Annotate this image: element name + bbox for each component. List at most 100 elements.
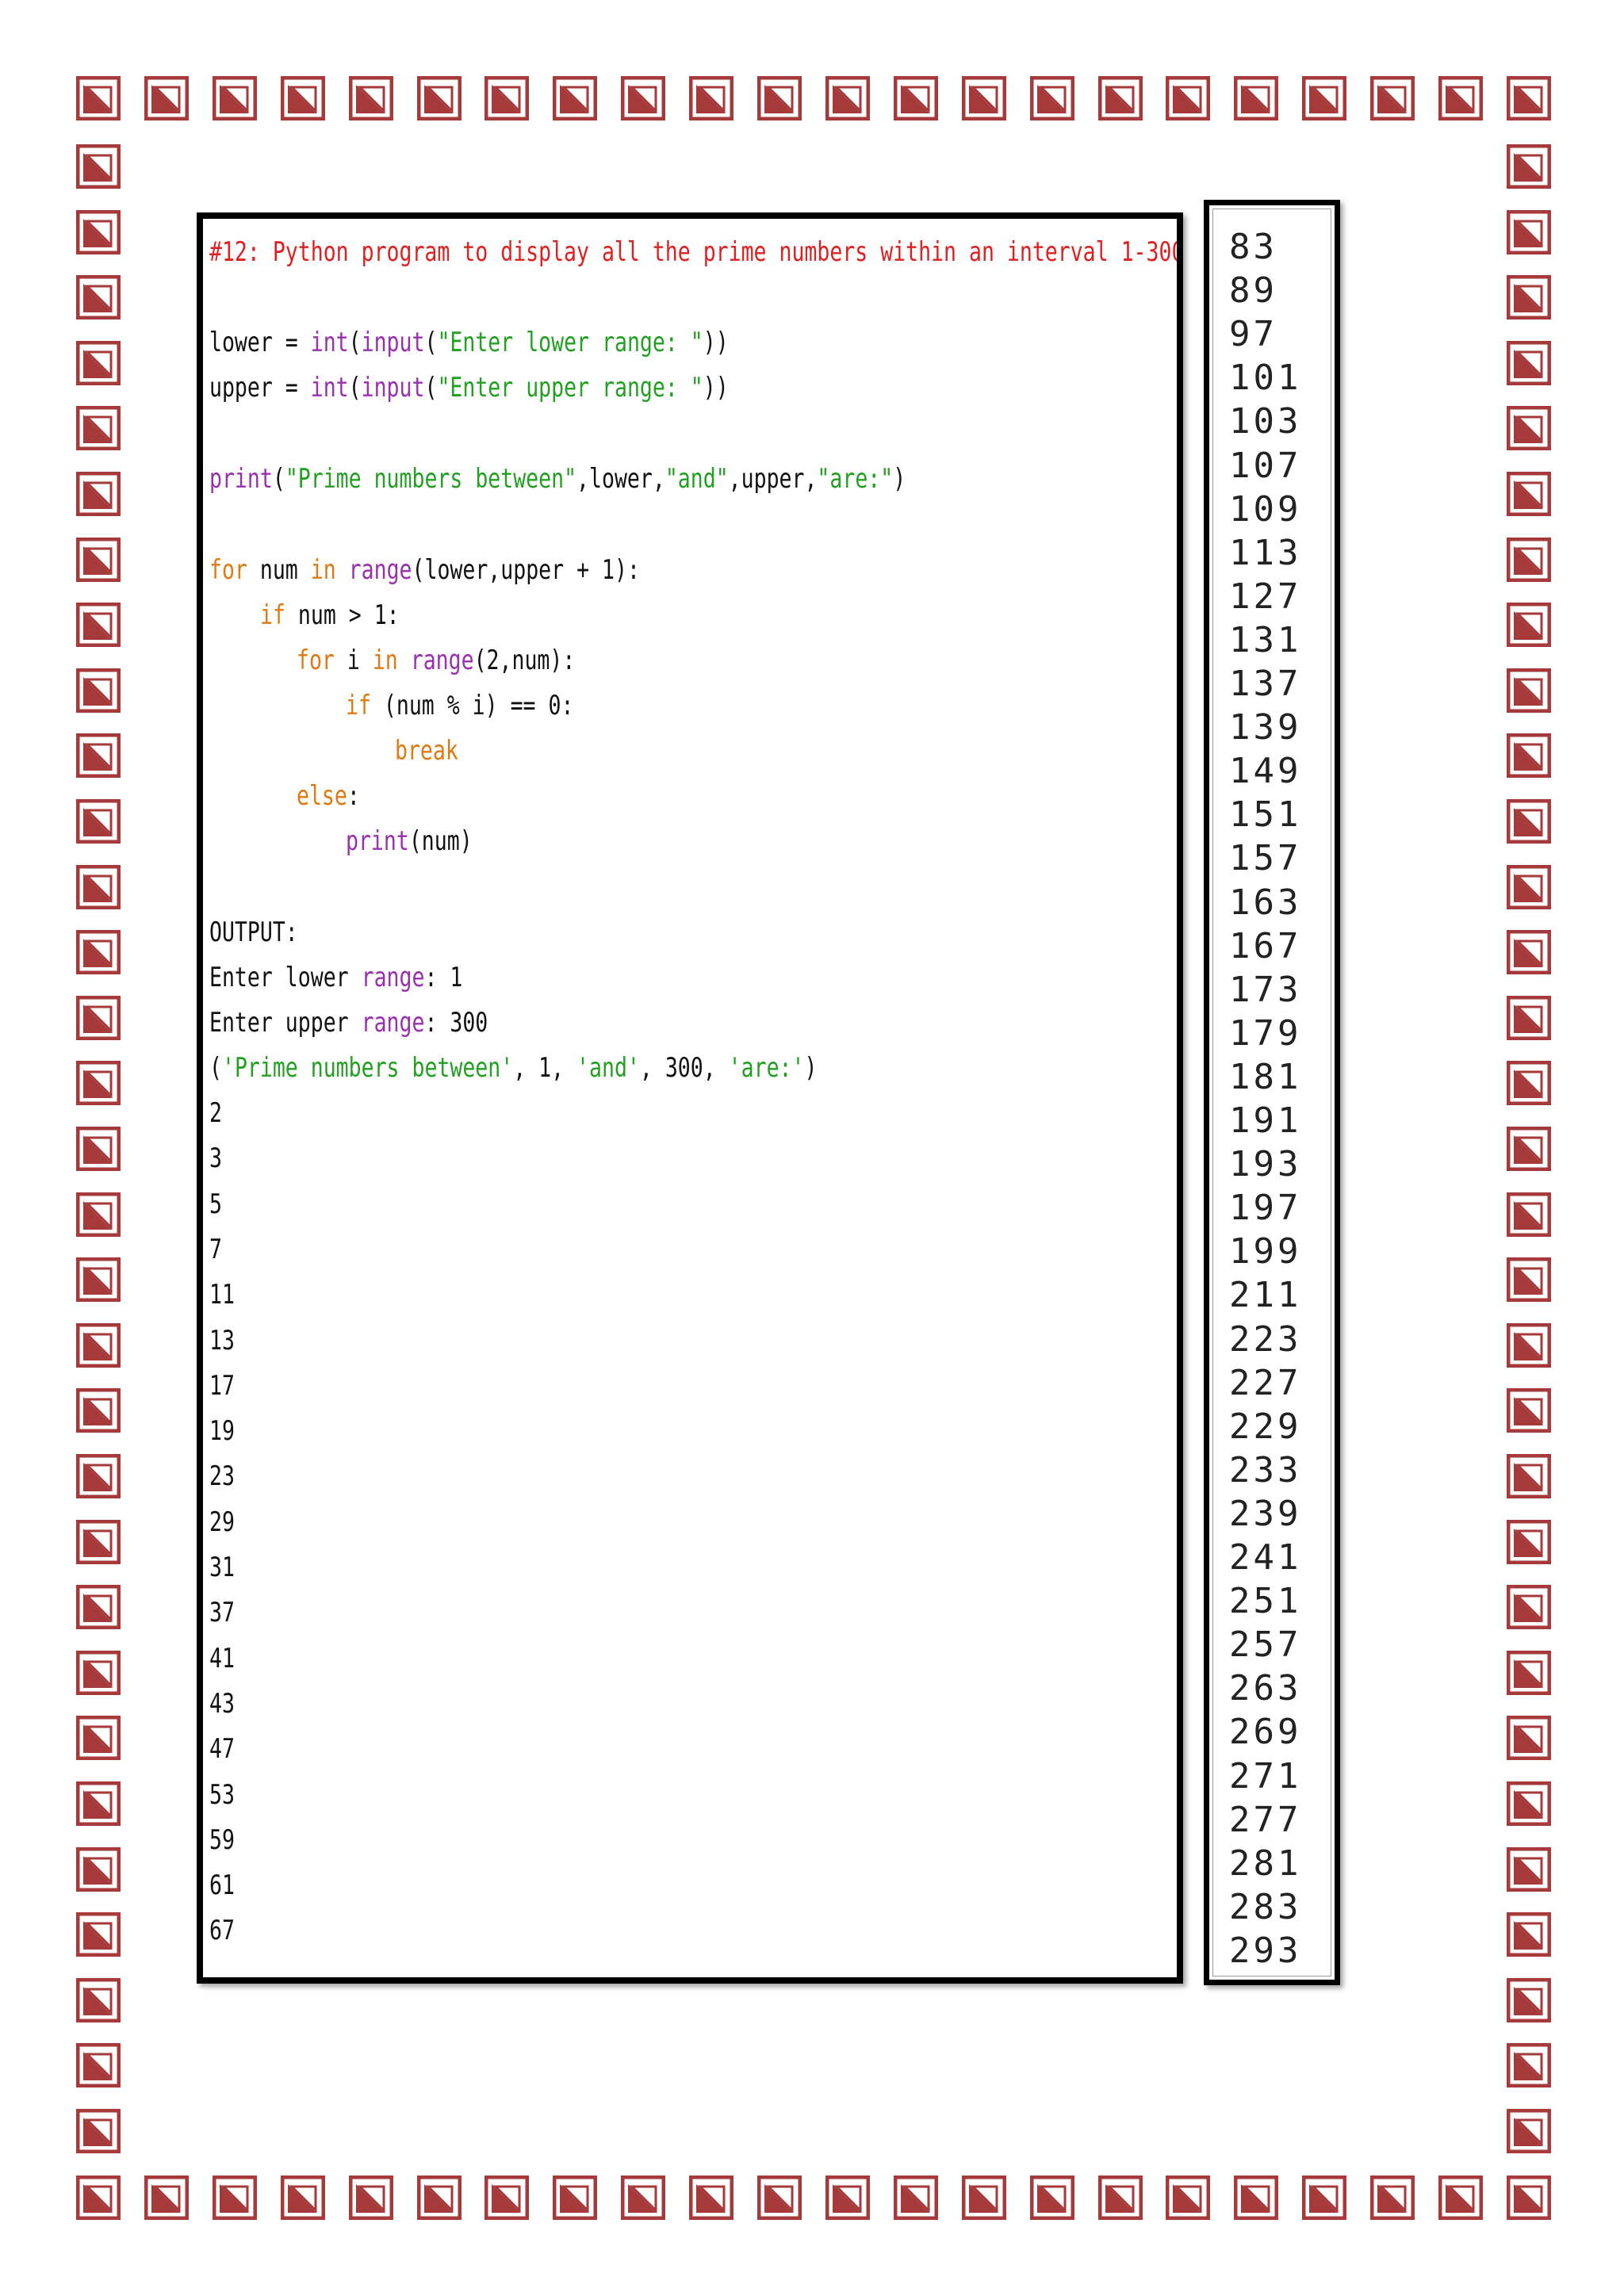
border-tile-bottom <box>1302 2175 1346 2220</box>
output-prime-11: 11 <box>209 1279 235 1311</box>
output-column-number-103: 103 <box>1229 401 1302 442</box>
border-tile-left <box>76 210 121 254</box>
output-column-number-163: 163 <box>1229 882 1302 923</box>
border-tile-top <box>825 76 870 121</box>
border-tile-top <box>1438 76 1483 121</box>
border-tile-bottom <box>962 2175 1006 2220</box>
border-tile-right <box>1507 1323 1551 1368</box>
border-tile-left <box>76 1454 121 1498</box>
border-tile-right <box>1507 865 1551 909</box>
border-tile-left <box>76 996 121 1040</box>
output-prime-13: 13 <box>209 1324 235 1357</box>
code-line-upper: upper = int(input("Enter upper range: ")… <box>209 372 729 404</box>
border-tile-right <box>1507 144 1551 189</box>
output-column-panel: 83 89 97 101 103 107 109 113 127 131 137 139 149 151 1… <box>1204 200 1340 1985</box>
border-tile-right <box>1507 1912 1551 1957</box>
border-tile-right <box>1507 1651 1551 1695</box>
output-prime-2: 2 <box>209 1097 222 1129</box>
border-tile-right <box>1507 341 1551 385</box>
border-tile-left <box>76 1716 121 1760</box>
border-tile-left <box>76 275 121 320</box>
output-prime-53: 53 <box>209 1778 235 1811</box>
output-column-number-127: 127 <box>1229 576 1302 617</box>
border-tile-right <box>1507 603 1551 647</box>
border-tile-right <box>1507 996 1551 1040</box>
border-tile-bottom <box>825 2175 870 2220</box>
border-tile-bottom <box>1438 2175 1483 2220</box>
border-tile-right <box>1507 406 1551 450</box>
output-column-number-139: 139 <box>1229 707 1302 748</box>
output-column-number-269: 269 <box>1229 1712 1302 1753</box>
output-prime-17: 17 <box>209 1369 235 1402</box>
border-tile-left <box>76 1520 121 1564</box>
border-tile-bottom <box>144 2175 189 2220</box>
border-tile-top <box>1302 76 1346 121</box>
output-column-number-241: 241 <box>1229 1537 1302 1578</box>
output-column-number-83: 83 <box>1229 227 1277 267</box>
border-tile-top <box>281 76 325 121</box>
border-tile-left <box>76 2043 121 2087</box>
border-tile-right <box>1507 1454 1551 1498</box>
output-column-number-137: 137 <box>1229 664 1302 704</box>
code-line-for: for num in range(lower,upper + 1): <box>209 554 640 586</box>
border-tile-right <box>1507 1978 1551 2022</box>
output-prime-3: 3 <box>209 1142 222 1175</box>
output-column-number-211: 211 <box>1229 1275 1302 1316</box>
border-tile-top <box>213 76 257 121</box>
output-column-number-167: 167 <box>1229 925 1302 966</box>
output-lower-line: Enter lower range: 1 <box>209 962 463 993</box>
border-tile-top <box>349 76 393 121</box>
output-prime-7: 7 <box>209 1233 222 1265</box>
border-tile-right <box>1507 275 1551 320</box>
code-line-if: if num > 1: <box>260 599 400 631</box>
output-column-number-101: 101 <box>1229 358 1302 399</box>
border-tile-top <box>1370 76 1415 121</box>
border-tile-bottom <box>1370 2175 1415 2220</box>
output-prime-61: 61 <box>209 1869 235 1902</box>
output-column-number-113: 113 <box>1229 532 1302 573</box>
border-tile-left <box>76 1912 121 1957</box>
output-column-number-191: 191 <box>1229 1100 1302 1141</box>
output-column-number-173: 173 <box>1229 969 1302 1010</box>
border-tile-bottom <box>689 2175 733 2220</box>
output-column-number-271: 271 <box>1229 1755 1302 1797</box>
output-prime-41: 41 <box>209 1642 235 1674</box>
border-tile-right <box>1507 930 1551 974</box>
border-tile-top <box>553 76 597 121</box>
code-line-print: print("Prime numbers between",lower,"and… <box>209 463 906 495</box>
border-tile-bottom <box>1098 2175 1143 2220</box>
border-tile-right <box>1507 538 1551 582</box>
border-tile-right <box>1507 733 1551 778</box>
border-tile-bottom <box>213 2175 257 2220</box>
border-tile-bottom <box>757 2175 802 2220</box>
output-prime-59: 59 <box>209 1823 235 1856</box>
output-prime-23: 23 <box>209 1460 235 1493</box>
code-line-break: break <box>395 735 458 767</box>
output-column-number-157: 157 <box>1229 838 1302 879</box>
border-tile-top <box>1234 76 1278 121</box>
output-column-number-257: 257 <box>1229 1624 1302 1666</box>
border-tile-left <box>76 603 121 647</box>
output-column-number-193: 193 <box>1229 1144 1302 1185</box>
border-tile-top <box>962 76 1006 121</box>
border-tile-top <box>417 76 462 121</box>
border-tile-left <box>76 341 121 385</box>
output-column-number-97: 97 <box>1229 314 1277 355</box>
border-tile-left <box>76 799 121 844</box>
code-line-else: else: <box>297 780 360 812</box>
border-tile-top <box>144 76 189 121</box>
border-tile-bottom <box>349 2175 393 2220</box>
output-upper-line: Enter upper range: 300 <box>209 1007 488 1039</box>
output-prime-67: 67 <box>209 1915 235 1947</box>
border-tile-right <box>1507 1127 1551 1171</box>
border-tile-bottom <box>1030 2175 1074 2220</box>
border-tile-left <box>76 1192 121 1237</box>
border-tile-left <box>76 406 121 450</box>
output-column-number-223: 223 <box>1229 1318 1302 1360</box>
output-prime-5: 5 <box>209 1188 222 1220</box>
output-column-list: 83 89 97 101 103 107 109 113 127 131 137 139 149 151 1… <box>1212 209 1331 1976</box>
border-tile-top <box>621 76 665 121</box>
output-column-number-239: 239 <box>1229 1493 1302 1534</box>
output-column-number-151: 151 <box>1229 794 1302 836</box>
border-tile-top <box>689 76 733 121</box>
